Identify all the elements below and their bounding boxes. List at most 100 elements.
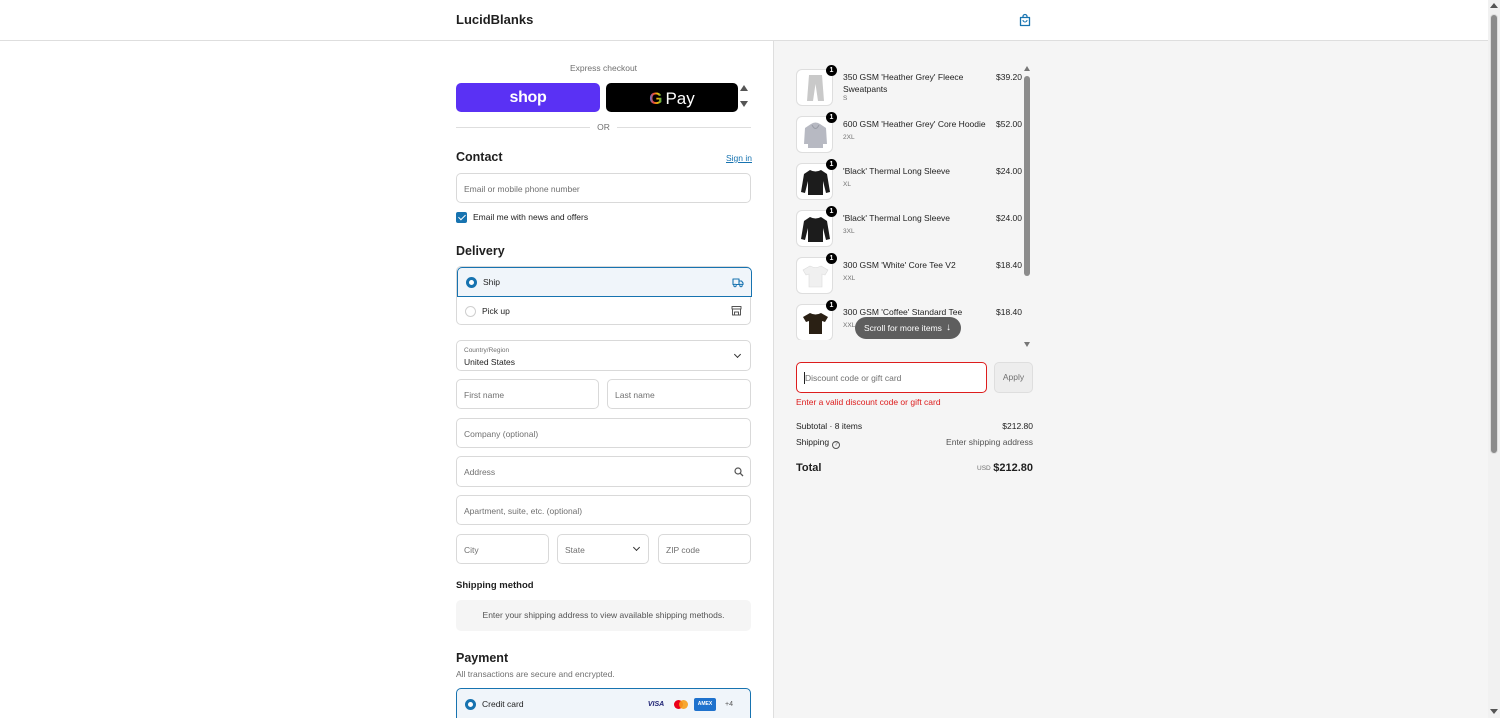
order-item: 1 350 GSM 'Heather Grey' Fleece Sweatpan… [796, 65, 1034, 109]
country-value: United States [464, 357, 516, 367]
scroll-up-icon[interactable] [1024, 66, 1030, 71]
or-divider: OR [456, 121, 751, 133]
more-cards-badge: +4 [725, 701, 733, 708]
express-scroll-arrows[interactable] [740, 85, 748, 111]
item-variant: XL [843, 181, 851, 188]
item-price: $52.00 [996, 119, 1022, 129]
tee-white-image [802, 265, 829, 288]
payment-option-credit-card[interactable]: Credit card VISA AMEX +4 [456, 688, 751, 718]
or-label: OR [591, 122, 616, 132]
visa-icon: VISA [647, 701, 665, 708]
quantity-badge: 1 [826, 300, 837, 311]
discount-placeholder: Discount code or gift card [805, 373, 902, 383]
sign-in-link[interactable]: Sign in [726, 153, 752, 163]
header: LucidBlanks [0, 0, 1488, 41]
google-g-icon: G [649, 89, 663, 108]
address-placeholder: Address [464, 467, 496, 477]
apartment-field[interactable]: Apartment, suite, etc. (optional) [456, 495, 751, 525]
ship-label: Ship [483, 277, 501, 287]
ship-radio[interactable] [466, 277, 477, 288]
item-name: 600 GSM 'Heather Grey' Core Hoodie [843, 119, 986, 129]
credit-card-label: Credit card [482, 699, 524, 709]
discount-code-input[interactable]: Discount code or gift card [796, 362, 987, 393]
item-name: 300 GSM 'White' Core Tee V2 [843, 260, 956, 270]
items-fade [796, 340, 1022, 348]
scroll-more-hint[interactable]: Scroll for more items ↓ [855, 317, 961, 339]
country-label: Country/Region [464, 347, 510, 354]
subtotal-value: $212.80 [1002, 421, 1033, 431]
discount-error-message: Enter a valid discount code or gift card [796, 397, 941, 407]
total-label: Total [796, 462, 822, 474]
quantity-badge: 1 [826, 159, 837, 170]
delivery-options: Ship Pick up [456, 266, 752, 325]
pickup-label: Pick up [482, 306, 510, 316]
store-logo[interactable]: LucidBlanks [456, 12, 533, 27]
apply-discount-button[interactable]: Apply [994, 362, 1033, 393]
state-select[interactable]: State [557, 534, 649, 564]
item-price: $24.00 [996, 166, 1022, 176]
credit-card-radio[interactable] [465, 699, 476, 710]
shop-pay-button[interactable]: shop [456, 83, 600, 112]
apartment-placeholder: Apartment, suite, etc. (optional) [464, 506, 583, 516]
newsletter-checkbox[interactable] [456, 212, 467, 223]
google-pay-button[interactable]: G Pay [606, 83, 738, 112]
total-value: $212.80 [993, 462, 1033, 474]
delivery-option-pickup[interactable]: Pick up [457, 297, 750, 325]
quantity-badge: 1 [826, 65, 837, 76]
company-field[interactable]: Company (optional) [456, 418, 751, 448]
help-icon[interactable]: ? [832, 441, 841, 449]
scroll-down-icon[interactable] [1490, 709, 1498, 714]
address-field[interactable]: Address [456, 456, 751, 487]
shipping-method-message: Enter your shipping address to view avai… [456, 600, 751, 631]
scroll-up-icon[interactable] [1490, 3, 1498, 8]
state-placeholder: State [565, 545, 585, 555]
order-item: 1 'Black' Thermal Long Sleeve 3XL $24.00 [796, 206, 1034, 250]
chevron-down-icon [632, 543, 641, 552]
zip-placeholder: ZIP code [666, 545, 700, 555]
gpay-label: Pay [665, 89, 695, 108]
shipping-row: Shipping? [796, 437, 841, 449]
item-variant: S [843, 95, 848, 102]
last-name-field[interactable]: Last name [607, 379, 751, 409]
quantity-badge: 1 [826, 206, 837, 217]
truck-icon [732, 278, 744, 288]
page-scrollbar[interactable] [1488, 0, 1500, 718]
shipping-method-title: Shipping method [456, 580, 534, 591]
company-placeholder: Company (optional) [464, 429, 539, 439]
scroll-down-icon[interactable] [1024, 342, 1030, 347]
item-price: $18.40 [996, 307, 1022, 317]
payment-title: Payment [456, 651, 509, 665]
store-icon [731, 306, 742, 316]
contact-title: Contact [456, 150, 503, 164]
item-variant: XXL [843, 322, 856, 329]
arrow-up-icon[interactable] [740, 85, 748, 91]
shipping-value: Enter shipping address [946, 437, 1033, 447]
item-name: 'Black' Thermal Long Sleeve [843, 213, 951, 223]
first-name-placeholder: First name [464, 390, 505, 400]
order-item: 1 600 GSM 'Heather Grey' Core Hoodie 2XL… [796, 112, 1034, 156]
newsletter-label: Email me with news and offers [473, 212, 589, 222]
pickup-radio[interactable] [465, 306, 476, 317]
zip-field[interactable]: ZIP code [658, 534, 751, 564]
country-select[interactable]: Country/Region United States [456, 340, 751, 371]
items-scrollbar[interactable] [1023, 66, 1032, 348]
delivery-option-ship[interactable]: Ship [457, 267, 752, 297]
item-variant: 3XL [843, 228, 855, 235]
first-name-field[interactable]: First name [456, 379, 599, 409]
shopping-bag-icon[interactable] [1018, 13, 1032, 27]
chevron-down-icon [733, 350, 742, 359]
delivery-title: Delivery [456, 244, 505, 258]
arrow-down-icon[interactable] [740, 101, 748, 107]
amex-icon: AMEX [694, 698, 716, 711]
scrollbar-thumb[interactable] [1490, 14, 1498, 454]
quantity-badge: 1 [826, 112, 837, 123]
email-field[interactable]: Email or mobile phone number [456, 173, 751, 203]
scroll-hint-label: Scroll for more items [864, 323, 942, 333]
order-item: 1 300 GSM 'White' Core Tee V2 XXL $18.40 [796, 253, 1034, 297]
email-placeholder: Email or mobile phone number [464, 184, 580, 194]
search-icon [734, 467, 744, 477]
scrollbar-thumb[interactable] [1024, 76, 1030, 276]
order-item: 1 'Black' Thermal Long Sleeve XL $24.00 [796, 159, 1034, 203]
city-field[interactable]: City [456, 534, 549, 564]
long-sleeve-black-image [801, 170, 830, 195]
